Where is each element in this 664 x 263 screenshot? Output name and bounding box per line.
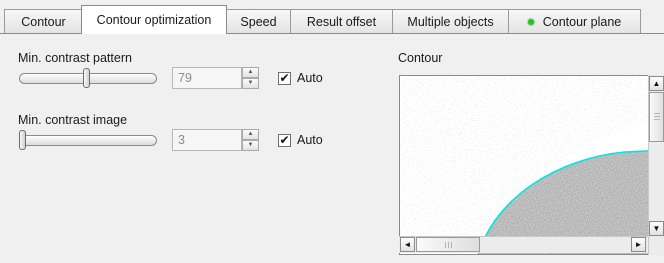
min-contrast-image-spinbox[interactable]: ▲ ▼ <box>172 129 260 151</box>
grip-line <box>654 113 660 114</box>
spin-up-icon[interactable]: ▲ <box>242 129 259 140</box>
pattern-auto-label: Auto <box>297 71 323 85</box>
grip-line <box>445 242 446 248</box>
tab-label: Speed <box>240 14 277 29</box>
grip-line <box>654 119 660 120</box>
tab-label: Contour optimization <box>96 13 212 27</box>
min-contrast-pattern-value[interactable] <box>172 67 242 89</box>
tab-speed[interactable]: Speed <box>226 9 291 33</box>
viewer-vertical-scrollbar[interactable]: ▲ ▼ <box>648 75 664 255</box>
min-contrast-pattern-label: Min. contrast pattern <box>18 51 132 65</box>
image-auto-checkbox[interactable]: ✔ <box>278 134 291 147</box>
tab-label: Contour <box>21 14 66 29</box>
grip-line <box>448 242 449 248</box>
tab-result-offset[interactable]: Result offset <box>290 9 393 33</box>
grip-line <box>654 116 660 117</box>
tab-label: Multiple objects <box>407 14 494 29</box>
scroll-left-icon[interactable]: ◄ <box>400 237 415 252</box>
tab-multiple-objects[interactable]: Multiple objects <box>392 9 509 33</box>
tab-label: Result offset <box>306 14 377 29</box>
scroll-down-icon[interactable]: ▼ <box>649 221 664 236</box>
min-contrast-image-slider-thumb[interactable] <box>19 130 26 150</box>
min-contrast-pattern-slider-thumb[interactable] <box>83 68 91 88</box>
min-contrast-image-slider[interactable] <box>19 135 157 146</box>
viewer-horizontal-scrollbar[interactable]: ◄ ► <box>399 236 648 253</box>
contour-image-viewer[interactable] <box>399 75 664 255</box>
tab-bar: Contour Contour optimization Speed Resul… <box>0 0 664 34</box>
spin-down-icon[interactable]: ▼ <box>242 78 259 89</box>
vertical-scroll-thumb[interactable] <box>649 92 664 142</box>
spin-up-icon[interactable]: ▲ <box>242 67 259 78</box>
contour-image <box>400 76 664 254</box>
image-auto-label: Auto <box>297 133 323 147</box>
contour-label: Contour <box>398 51 443 65</box>
scroll-up-icon[interactable]: ▲ <box>649 76 664 91</box>
tab-label: Contour plane <box>542 14 622 29</box>
min-contrast-pattern-spinbox[interactable]: ▲ ▼ <box>172 67 260 89</box>
min-contrast-image-label: Min. contrast image <box>18 113 128 127</box>
grip-line <box>451 242 452 248</box>
tab-contour[interactable]: Contour <box>4 9 83 33</box>
spin-down-icon[interactable]: ▼ <box>242 140 259 151</box>
tab-contour-plane[interactable]: Contour plane <box>508 9 641 33</box>
tab-contour-optimization[interactable]: Contour optimization <box>81 5 227 34</box>
pattern-auto-checkbox[interactable]: ✔ <box>278 72 291 85</box>
green-dot-icon <box>527 18 534 25</box>
scroll-right-icon[interactable]: ► <box>631 237 646 252</box>
min-contrast-image-value[interactable] <box>172 129 242 151</box>
horizontal-scroll-thumb[interactable] <box>416 237 480 252</box>
